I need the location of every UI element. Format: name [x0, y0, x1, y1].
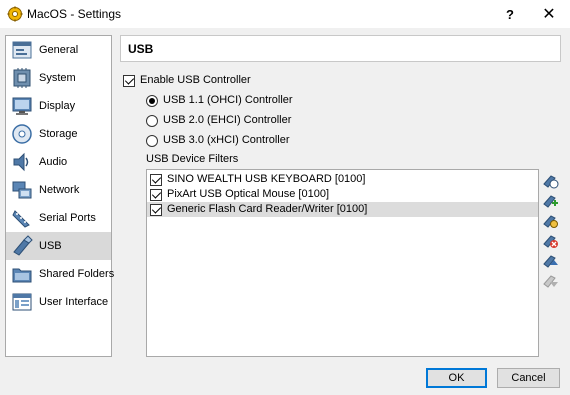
help-button[interactable]: ? — [492, 0, 528, 28]
sidebar-item-audio[interactable]: Audio — [6, 148, 111, 176]
usb-icon — [13, 235, 33, 256]
usb11-label[interactable]: USB 1.1 (OHCI) Controller — [163, 94, 293, 106]
sidebar-item-usb[interactable]: USB — [6, 232, 111, 260]
settings-sidebar: General System Display Storage Audio Net… — [5, 35, 115, 357]
filter-label: Generic Flash Card Reader/Writer [0100] — [167, 203, 368, 215]
list-item[interactable]: Generic Flash Card Reader/Writer [0100] — [147, 202, 538, 217]
sidebar-item-storage[interactable]: Storage — [6, 120, 111, 148]
usb30-radio[interactable] — [146, 135, 158, 147]
sidebar-item-label: Audio — [39, 156, 68, 168]
filter-checkbox[interactable] — [150, 189, 162, 201]
usb-device-filters-label: USB Device Filters — [146, 153, 239, 165]
sidebar-item-label: Storage — [39, 128, 78, 140]
sidebar-item-network[interactable]: Network — [6, 176, 111, 204]
cancel-button[interactable]: Cancel — [497, 368, 560, 388]
user-interface-icon — [12, 293, 32, 311]
sidebar-item-serial-ports[interactable]: Serial Ports — [6, 204, 111, 232]
storage-icon — [12, 124, 32, 144]
general-icon — [12, 41, 32, 59]
add-device-filter-icon[interactable] — [542, 192, 559, 209]
filter-checkbox[interactable] — [150, 204, 162, 216]
serial-ports-icon — [12, 210, 30, 228]
usb-filters-list[interactable]: SINO WEALTH USB KEYBOARD [0100] PixArt U… — [146, 169, 539, 357]
list-item[interactable]: PixArt USB Optical Mouse [0100] — [147, 187, 538, 202]
sidebar-item-label: USB — [39, 240, 62, 252]
filter-label: PixArt USB Optical Mouse [0100] — [167, 188, 330, 200]
virtualbox-gear-icon — [7, 6, 23, 22]
remove-filter-icon[interactable] — [542, 232, 559, 249]
shared-folders-icon — [12, 268, 32, 283]
ok-button[interactable]: OK — [426, 368, 487, 388]
window-title: MacOS - Settings — [27, 7, 122, 21]
sidebar-item-label: Network — [39, 184, 80, 196]
filter-checkbox[interactable] — [150, 174, 162, 186]
sidebar-item-label: User Interface — [39, 296, 109, 308]
sidebar-item-label: Serial Ports — [39, 212, 96, 224]
move-down-icon[interactable] — [542, 272, 559, 289]
usb20-label[interactable]: USB 2.0 (EHCI) Controller — [163, 114, 291, 126]
system-icon — [13, 68, 31, 88]
sidebar-item-user-interface[interactable]: User Interface — [6, 288, 111, 316]
close-button[interactable]: ✕ — [531, 0, 567, 28]
list-item[interactable]: SINO WEALTH USB KEYBOARD [0100] — [147, 172, 538, 187]
usb20-radio[interactable] — [146, 115, 158, 127]
add-empty-filter-icon[interactable] — [542, 172, 559, 189]
enable-usb-checkbox[interactable] — [123, 75, 135, 87]
filter-label: SINO WEALTH USB KEYBOARD [0100] — [167, 173, 366, 185]
display-icon — [12, 97, 32, 115]
network-icon — [12, 181, 32, 199]
audio-icon — [13, 152, 29, 172]
sidebar-item-general[interactable]: General — [6, 36, 111, 64]
usb30-label[interactable]: USB 3.0 (xHCI) Controller — [163, 134, 290, 146]
enable-usb-label[interactable]: Enable USB Controller — [140, 74, 251, 86]
title-bar: MacOS - Settings ? ✕ — [0, 0, 570, 28]
sidebar-item-display[interactable]: Display — [6, 92, 111, 120]
usb11-radio[interactable] — [146, 95, 158, 107]
sidebar-item-shared-folders[interactable]: Shared Folders — [6, 260, 115, 288]
move-up-icon[interactable] — [542, 252, 559, 269]
edit-filter-icon[interactable] — [542, 212, 559, 229]
sidebar-item-label: Shared Folders — [39, 268, 115, 280]
page-title: USB — [120, 35, 561, 62]
sidebar-item-label: System — [39, 72, 76, 84]
sidebar-item-system[interactable]: System — [6, 64, 111, 92]
sidebar-item-label: General — [39, 44, 79, 56]
sidebar-item-label: Display — [39, 100, 76, 112]
